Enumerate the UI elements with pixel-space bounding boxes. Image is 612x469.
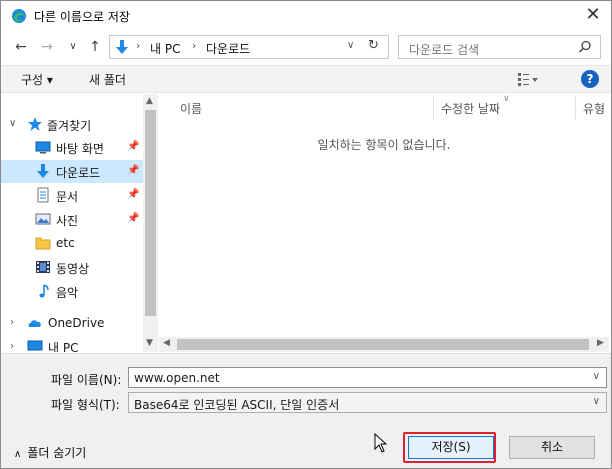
video-icon xyxy=(36,261,50,273)
search-icon[interactable] xyxy=(578,40,592,54)
download-icon xyxy=(37,164,49,178)
scroll-down-icon[interactable]: ▼ xyxy=(146,338,153,348)
sidebar-item-label: 다운로드 xyxy=(56,166,101,180)
save-form: 파일 이름(N): www.open.net ∨ 파일 형식(T): Base6… xyxy=(1,353,611,468)
breadcrumb-separator: › xyxy=(192,39,197,52)
breadcrumb-this-pc[interactable]: 내 PC xyxy=(150,40,180,57)
column-header-type[interactable]: 유형 xyxy=(583,100,605,117)
empty-folder-message: 일치하는 항목이 없습니다. xyxy=(317,138,451,152)
sidebar-item-label: 음악 xyxy=(56,286,79,300)
filename-label: 파일 이름(N): xyxy=(51,373,122,387)
sidebar-item-etc[interactable]: etc xyxy=(1,232,143,255)
filetype-label: 파일 형식(T): xyxy=(51,398,120,412)
sidebar-item-label: OneDrive xyxy=(48,316,105,330)
sidebar-item-onedrive[interactable]: › OneDrive xyxy=(1,312,143,335)
pin-icon: 📌 xyxy=(127,189,140,200)
refresh-icon[interactable]: ↻ xyxy=(368,38,379,53)
scroll-up-icon[interactable]: ▲ xyxy=(146,96,153,106)
up-arrow-icon[interactable]: ↑ xyxy=(85,37,105,57)
column-header-name[interactable]: 이름 xyxy=(180,100,202,117)
close-button[interactable]: ✕ xyxy=(575,1,611,29)
filetype-select[interactable]: Base64로 인코딩된 ASCII, 단일 인증서 ∨ xyxy=(128,392,607,413)
sidebar-item-label: 내 PC xyxy=(48,341,79,352)
navigation-pane: ∨ 즐겨찾기 바탕 화면 📌 다운로드 📌 문서 📌 사진 📌 etc 동영상 … xyxy=(1,94,143,352)
picture-icon xyxy=(35,213,51,225)
sort-caret-icon: ∨ xyxy=(503,94,510,104)
recent-locations-icon[interactable]: ∨ xyxy=(63,37,83,57)
cancel-button[interactable]: 취소 xyxy=(509,436,595,459)
music-icon xyxy=(39,284,49,298)
hide-folders-toggle[interactable]: ∧ 폴더 숨기기 xyxy=(14,444,86,461)
mouse-cursor-icon xyxy=(374,433,388,453)
address-bar[interactable]: › 내 PC › 다운로드 ∨ ↻ xyxy=(109,35,389,59)
sidebar-item-label: 바탕 화면 xyxy=(56,142,104,156)
pin-icon: 📌 xyxy=(127,213,140,224)
filename-value: www.open.net xyxy=(134,371,220,385)
folder-icon xyxy=(35,237,51,250)
cloud-icon xyxy=(28,320,41,327)
column-divider[interactable] xyxy=(433,96,434,120)
column-header-date[interactable]: 수정한 날짜 xyxy=(441,100,500,117)
new-folder-button[interactable]: 새 폴더 xyxy=(89,71,126,88)
edge-browser-icon xyxy=(12,9,26,23)
title-bar: 다른 이름으로 저장 ✕ xyxy=(1,1,611,31)
back-arrow-icon[interactable]: ← xyxy=(11,37,31,57)
sidebar-item-label: 사진 xyxy=(56,214,79,228)
organize-button[interactable]: 구성 ▾ xyxy=(21,71,53,88)
filetype-value: Base64로 인코딩된 ASCII, 단일 인증서 xyxy=(134,398,340,412)
filetype-dropdown-icon[interactable]: ∨ xyxy=(593,396,600,407)
sidebar-item-label: 즐겨찾기 xyxy=(47,119,92,133)
help-button[interactable]: ? xyxy=(581,70,599,88)
forward-arrow-icon[interactable]: → xyxy=(37,37,57,57)
save-button[interactable]: 저장(S) xyxy=(408,436,494,459)
computer-icon xyxy=(27,340,43,351)
download-arrow-icon xyxy=(116,40,128,54)
filename-dropdown-icon[interactable]: ∨ xyxy=(593,371,600,382)
sidebar-item-videos[interactable]: 동영상 xyxy=(1,256,143,279)
sidebar-item-pictures[interactable]: 사진 📌 xyxy=(1,208,143,231)
file-list-hscrollbar[interactable]: ◀ ▶ xyxy=(159,337,609,352)
hide-folders-label: 폴더 숨기기 xyxy=(27,446,87,460)
expand-chevron-icon[interactable]: › xyxy=(10,317,14,328)
breadcrumb-separator: › xyxy=(136,39,141,52)
sidebar-item-documents[interactable]: 문서 📌 xyxy=(1,184,143,207)
sidebar-item-downloads[interactable]: 다운로드 📌 xyxy=(1,160,143,183)
pin-icon: 📌 xyxy=(127,141,140,152)
column-divider[interactable] xyxy=(575,96,576,120)
breadcrumb-downloads[interactable]: 다운로드 xyxy=(206,40,250,57)
star-icon xyxy=(28,117,42,131)
sidebar-item-this-pc[interactable]: › 내 PC xyxy=(1,340,143,352)
file-list[interactable]: 이름 ∨ 수정한 날짜 유형 일치하는 항목이 없습니다. xyxy=(159,94,609,339)
sidebar-item-label: etc xyxy=(56,236,75,250)
sidebar-item-music[interactable]: 음악 xyxy=(1,280,143,303)
scroll-right-icon[interactable]: ▶ xyxy=(597,338,604,348)
sidebar-item-favorites[interactable]: ∨ 즐겨찾기 xyxy=(1,113,143,136)
desktop-icon xyxy=(35,141,51,154)
sidebar-item-label: 문서 xyxy=(56,190,79,204)
sidebar-item-desktop[interactable]: 바탕 화면 📌 xyxy=(1,136,143,159)
scrollbar-thumb[interactable] xyxy=(177,339,589,350)
command-toolbar: 구성 ▾ 새 폴더 ? xyxy=(1,65,611,93)
chevron-up-icon: ∧ xyxy=(14,449,22,460)
sidebar-item-label: 동영상 xyxy=(56,262,90,276)
filename-input[interactable]: www.open.net ∨ xyxy=(128,367,607,388)
search-box[interactable]: 다운로드 검색 xyxy=(398,35,601,59)
view-options-icon[interactable] xyxy=(517,70,539,88)
document-icon xyxy=(37,187,49,203)
collapse-chevron-icon[interactable]: ∨ xyxy=(9,118,16,129)
scroll-left-icon[interactable]: ◀ xyxy=(163,338,170,348)
search-placeholder: 다운로드 검색 xyxy=(409,43,480,57)
save-as-dialog: 다른 이름으로 저장 ✕ ← → ∨ ↑ › 내 PC › 다운로드 ∨ ↻ 다… xyxy=(0,0,612,469)
window-title: 다른 이름으로 저장 xyxy=(34,10,130,24)
scrollbar-thumb[interactable] xyxy=(145,110,156,316)
pin-icon: 📌 xyxy=(127,165,140,176)
address-dropdown-icon[interactable]: ∨ xyxy=(347,40,354,51)
expand-chevron-icon[interactable]: › xyxy=(10,341,14,352)
navigation-scrollbar[interactable]: ▲ ▼ xyxy=(143,94,158,352)
